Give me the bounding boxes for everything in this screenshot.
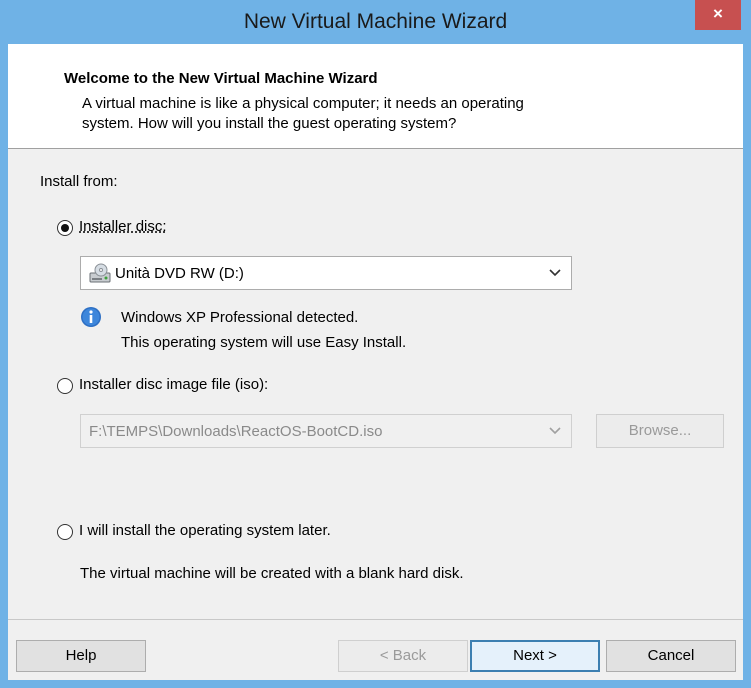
header-title: Welcome to the New Virtual Machine Wizar… (64, 70, 378, 87)
wizard-header: Welcome to the New Virtual Machine Wizar… (8, 44, 743, 149)
iso-radio[interactable] (57, 378, 73, 394)
back-button[interactable]: < Back (338, 640, 468, 672)
close-button[interactable]: × (695, 0, 741, 30)
install-from-label: Install from: (40, 173, 118, 190)
dvd-drive-icon (89, 263, 111, 283)
cancel-button[interactable]: Cancel (606, 640, 736, 672)
close-icon: × (713, 4, 723, 23)
info-icon (81, 307, 101, 327)
iso-path-combo[interactable]: F:\TEMPS\Downloads\ReactOS-BootCD.iso (80, 414, 572, 448)
next-button[interactable]: Next > (470, 640, 600, 672)
dialog-body: Welcome to the New Virtual Machine Wizar… (8, 44, 743, 680)
iso-path-value: F:\TEMPS\Downloads\ReactOS-BootCD.iso (89, 423, 383, 440)
drive-select-value: Unità DVD RW (D:) (115, 265, 244, 282)
installer-disc-radio[interactable] (57, 220, 73, 236)
browse-button[interactable]: Browse... (596, 414, 724, 448)
easy-install-text: This operating system will use Easy Inst… (121, 334, 407, 351)
header-description-line1: A virtual machine is like a physical com… (82, 95, 524, 112)
wizard-window: New Virtual Machine Wizard × Welcome to … (0, 0, 751, 688)
chevron-down-icon (549, 427, 561, 435)
header-description-line2: system. How will you install the guest o… (82, 115, 457, 132)
title-bar[interactable]: New Virtual Machine Wizard × (0, 0, 751, 44)
installer-disc-label[interactable]: Installer disc: (79, 218, 167, 235)
header-description: A virtual machine is like a physical com… (82, 94, 682, 134)
detected-os-text: Windows XP Professional detected. (121, 309, 359, 326)
blank-disk-note: The virtual machine will be created with… (80, 565, 464, 582)
install-later-label[interactable]: I will install the operating system late… (79, 522, 331, 539)
help-button[interactable]: Help (16, 640, 146, 672)
chevron-down-icon (549, 269, 561, 277)
iso-label[interactable]: Installer disc image file (iso): (79, 376, 268, 393)
drive-select[interactable]: Unità DVD RW (D:) (80, 256, 572, 290)
install-later-radio[interactable] (57, 524, 73, 540)
window-title: New Virtual Machine Wizard (243, 10, 508, 33)
footer-divider (8, 619, 743, 620)
